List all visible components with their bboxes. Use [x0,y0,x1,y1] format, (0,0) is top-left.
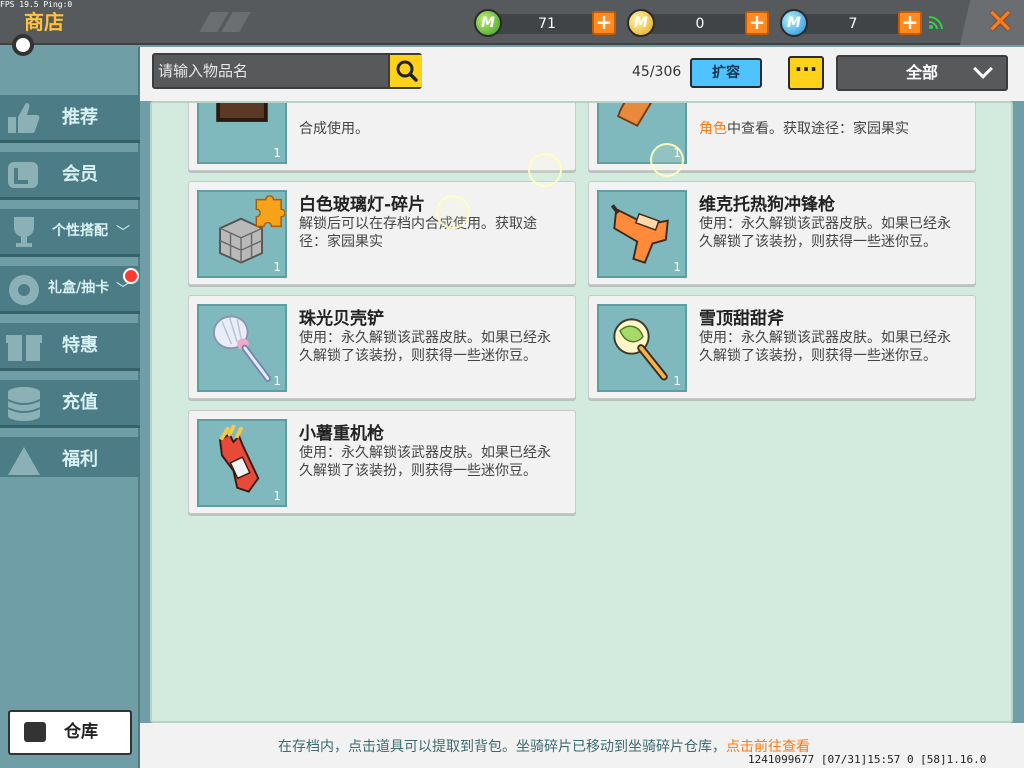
search-button[interactable] [388,55,422,87]
sidebar: 推荐 会员 个性搭配 ﹀ 礼盒/抽卡 ﹀ 特惠 充值 福利 [0,47,140,768]
expand-button[interactable]: 扩容 [690,58,762,88]
item-name: 小薯重机枪 [299,424,384,444]
bubble-decoration [650,143,684,177]
pearl-shell-shovel-icon [213,315,272,382]
bubble-decoration [436,195,470,229]
item-thumbnail: 1 [597,304,687,392]
sidebar-item-style[interactable]: 个性搭配 ﹀ [0,209,140,257]
item-card[interactable]: 1 角色中查看。获取途径：家园果实 [588,103,976,171]
sidebar-item-member[interactable]: 会员 [0,152,140,200]
currency-value: 7 [848,16,858,32]
add-gold-coin-button[interactable]: + [745,11,769,35]
sidebar-item-recharge[interactable]: 充值 [0,380,140,428]
sidebar-item-recommend[interactable]: 推荐 [0,95,140,143]
wifi-signal-icon [928,15,943,30]
gold-coin-icon: M [627,9,655,37]
item-desc: 使用：永久解锁该武器皮肤。如果已经永久解锁了该装扮，则获得一些迷你豆。 [699,216,951,250]
sidebar-item-welfare[interactable]: 福利 [0,437,140,477]
snow-top-candy-axe-icon [613,318,668,381]
gift-box-icon [6,335,42,361]
item-thumbnail: 1 [197,190,287,278]
storage-count: 45/306 [632,64,682,80]
sidebar-item-discount[interactable]: 特惠 [0,323,140,371]
item-card[interactable]: 1 雪顶甜甜斧 使用：永久解锁该武器皮肤。如果已经永久解锁了该装扮，则获得一些迷… [588,295,976,399]
warehouse-button[interactable]: 仓库 [8,710,132,755]
item-thumbnail: 1 [597,190,687,278]
filter-dropdown[interactable]: 全部 [836,55,1008,91]
footer-message: 在存档内，点击道具可以提取到背包。坐骑碎片已移动到坐骑碎片仓库，点击前往查看 [278,739,810,755]
item-thumbnail: 1 [197,304,287,392]
more-button[interactable]: ··· [788,56,824,90]
blue-coin-icon: M [780,9,808,37]
trophy-icon [14,217,34,247]
notification-badge [123,268,139,284]
add-mini-coin-button[interactable]: + [898,11,922,35]
currency-value: 0 [695,16,705,32]
item-card[interactable]: 1 合成使用。 [188,103,576,171]
thumbs-up-icon [8,103,40,133]
page-title: 商店 [24,10,64,34]
gift-wheel-icon [9,275,39,305]
fries-heavy-machine-gun-icon [219,424,260,493]
chest-icon [24,722,46,742]
version-info: 1241099677 [07/31]15:57 0 [58]1.16.0 [748,753,987,766]
bubble-decoration [528,153,562,187]
close-icon[interactable]: ✕ [986,2,1015,42]
item-list-panel[interactable]: 1 合成使用。 1 角色中查看。获取途径：家园果实 1 白色玻璃灯-碎片 解锁后… [150,101,1013,723]
item-name: 维克托热狗冲锋枪 [699,195,835,215]
search-box [152,53,422,89]
member-card-icon [8,162,38,188]
item-thumbnail: 1 [197,419,287,507]
search-icon [396,60,418,82]
search-input[interactable] [158,58,384,84]
item-desc: 使用：永久解锁该武器皮肤。如果已经永久解锁了该装扮，则获得一些迷你豆。 [299,445,551,479]
chevron-down-icon: ﹀ [116,225,130,241]
currency-value: 71 [538,16,556,32]
item-desc: 使用：永久解锁该武器皮肤。如果已经永久解锁了该装扮，则获得一些迷你豆。 [699,330,951,364]
item-image [216,103,268,122]
chevron-down-icon [973,59,993,79]
item-name: 雪顶甜甜斧 [699,309,784,329]
tent-icon [8,447,40,475]
item-name: 珠光贝壳铲 [299,309,384,329]
glass-lamp-fragment-icon [219,195,286,264]
coin-stack-icon [7,387,41,421]
add-mini-bean-button[interactable]: + [592,11,616,35]
item-desc: 合成使用。 [299,121,369,137]
item-card[interactable]: 1 小薯重机枪 使用：永久解锁该武器皮肤。如果已经永久解锁了该装扮，则获得一些迷… [188,410,576,514]
item-desc: 使用：永久解锁该武器皮肤。如果已经永久解锁了该装扮，则获得一些迷你豆。 [299,330,551,364]
floating-assist-button[interactable] [12,34,34,56]
item-desc: 角色中查看。获取途径：家园果实 [699,121,909,137]
item-thumbnail: 1 [197,103,287,164]
top-bar: FPS 19.5 Ping:0 商店 71 M + 0 M + 7 M + ✕ [0,0,1024,45]
item-card[interactable]: 1 珠光贝壳铲 使用：永久解锁该武器皮肤。如果已经永久解锁了该装扮，则获得一些迷… [188,295,576,399]
sidebar-item-gift-gacha[interactable]: 礼盒/抽卡 ﹀ [0,266,140,314]
item-card[interactable]: 1 维克托热狗冲锋枪 使用：永久解锁该武器皮肤。如果已经永久解锁了该装扮，则获得… [588,181,976,285]
hotdog-smg-icon [610,204,669,264]
item-name: 白色玻璃灯-碎片 [299,195,426,215]
item-desc: 解锁后可以在存档内合成使用。获取途径：家园果实 [299,216,537,250]
green-coin-icon: M [474,9,502,37]
item-card[interactable]: 1 白色玻璃灯-碎片 解锁后可以在存档内合成使用。获取途径：家园果实 [188,181,576,285]
